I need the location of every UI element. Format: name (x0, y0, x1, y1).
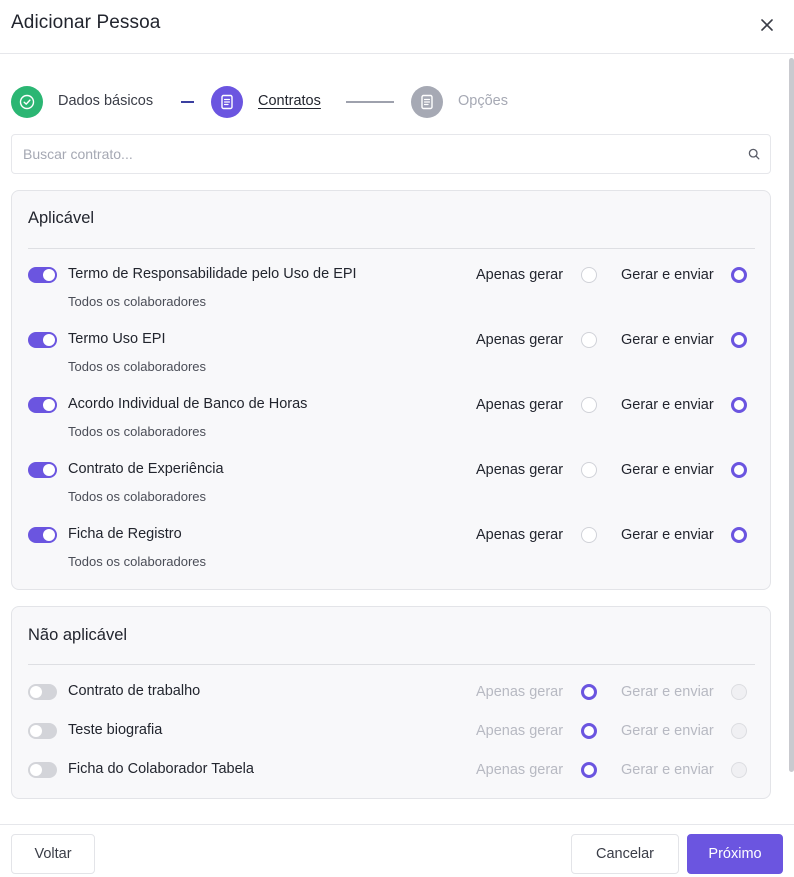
section-divider (28, 664, 755, 665)
section-divider (28, 248, 755, 249)
contract-name: Teste biografia (68, 722, 163, 738)
option-label: Apenas gerar (476, 762, 564, 778)
search-icon (748, 148, 760, 160)
radio-apenas-gerar[interactable] (581, 762, 597, 778)
modal-footer: Voltar Cancelar Próximo (0, 824, 794, 877)
search-button[interactable] (746, 146, 762, 162)
option-label: Gerar e enviar (621, 267, 714, 283)
radio-apenas-gerar[interactable] (581, 332, 597, 348)
option-label: Apenas gerar (476, 462, 564, 478)
step-dados-basicos[interactable]: Dados básicos (58, 93, 153, 109)
modal-header: Adicionar Pessoa (0, 0, 794, 54)
option-label: Apenas gerar (476, 397, 564, 413)
contract-name: Acordo Individual de Banco de Horas (68, 396, 308, 412)
step-opcoes[interactable]: Opções (458, 93, 508, 109)
back-button[interactable]: Voltar (11, 834, 95, 874)
check-circle-icon (19, 94, 35, 110)
modal-title: Adicionar Pessoa (11, 12, 161, 33)
radio-gerar-enviar (731, 684, 747, 700)
contract-name: Ficha de Registro (68, 526, 182, 542)
radio-gerar-enviar (731, 762, 747, 778)
close-button[interactable] (756, 14, 778, 36)
section-title: Não aplicável (28, 626, 128, 644)
step-connector (181, 101, 194, 103)
contract-name: Contrato de trabalho (68, 683, 201, 699)
contract-scope: Todos os colaboradores (68, 294, 207, 309)
radio-apenas-gerar[interactable] (581, 462, 597, 478)
contract-toggle[interactable] (28, 762, 57, 778)
section-applicable: Aplicável Termo de Responsabilidade pelo… (11, 190, 771, 590)
step-current-circle (211, 86, 243, 118)
radio-apenas-gerar[interactable] (581, 527, 597, 543)
option-label: Gerar e enviar (621, 332, 714, 348)
step-contratos[interactable]: Contratos (258, 93, 321, 109)
contract-toggle[interactable] (28, 527, 57, 543)
contract-name: Ficha do Colaborador Tabela (68, 761, 254, 777)
scrollbar[interactable] (789, 58, 794, 772)
option-label: Gerar e enviar (621, 684, 714, 700)
contract-toggle[interactable] (28, 332, 57, 348)
step-completed-circle (11, 86, 43, 118)
search-input[interactable] (12, 135, 732, 173)
radio-apenas-gerar[interactable] (581, 684, 597, 700)
section-not-applicable: Não aplicável Contrato de trabalho Apena… (11, 606, 771, 799)
next-button[interactable]: Próximo (687, 834, 783, 874)
option-label: Gerar e enviar (621, 397, 714, 413)
contract-toggle[interactable] (28, 462, 57, 478)
contract-toggle[interactable] (28, 684, 57, 700)
option-label: Apenas gerar (476, 723, 564, 739)
document-icon (421, 94, 433, 110)
option-label: Gerar e enviar (621, 723, 714, 739)
radio-apenas-gerar[interactable] (581, 723, 597, 739)
radio-gerar-enviar[interactable] (731, 397, 747, 413)
contract-scope: Todos os colaboradores (68, 359, 207, 374)
radio-apenas-gerar[interactable] (581, 397, 597, 413)
option-label: Apenas gerar (476, 684, 564, 700)
option-label: Gerar e enviar (621, 762, 714, 778)
contract-toggle[interactable] (28, 267, 57, 283)
step-connector (346, 101, 394, 103)
contract-name: Contrato de Experiência (68, 461, 224, 477)
contract-scope: Todos os colaboradores (68, 489, 207, 504)
option-label: Apenas gerar (476, 527, 564, 543)
radio-gerar-enviar[interactable] (731, 527, 747, 543)
option-label: Gerar e enviar (621, 527, 714, 543)
step-pending-circle (411, 86, 443, 118)
contract-scope: Todos os colaboradores (68, 554, 207, 569)
document-icon (221, 94, 233, 110)
close-icon (761, 19, 773, 31)
contract-toggle[interactable] (28, 723, 57, 739)
contract-name: Termo de Responsabilidade pelo Uso de EP… (68, 266, 357, 282)
section-title: Aplicável (28, 209, 95, 227)
contract-toggle[interactable] (28, 397, 57, 413)
radio-gerar-enviar (731, 723, 747, 739)
radio-gerar-enviar[interactable] (731, 267, 747, 283)
contract-name: Termo Uso EPI (68, 331, 166, 347)
option-label: Apenas gerar (476, 332, 564, 348)
radio-apenas-gerar[interactable] (581, 267, 597, 283)
cancel-button[interactable]: Cancelar (571, 834, 679, 874)
option-label: Gerar e enviar (621, 462, 714, 478)
option-label: Apenas gerar (476, 267, 564, 283)
radio-gerar-enviar[interactable] (731, 462, 747, 478)
contract-scope: Todos os colaboradores (68, 424, 207, 439)
radio-gerar-enviar[interactable] (731, 332, 747, 348)
search-box (11, 134, 771, 174)
